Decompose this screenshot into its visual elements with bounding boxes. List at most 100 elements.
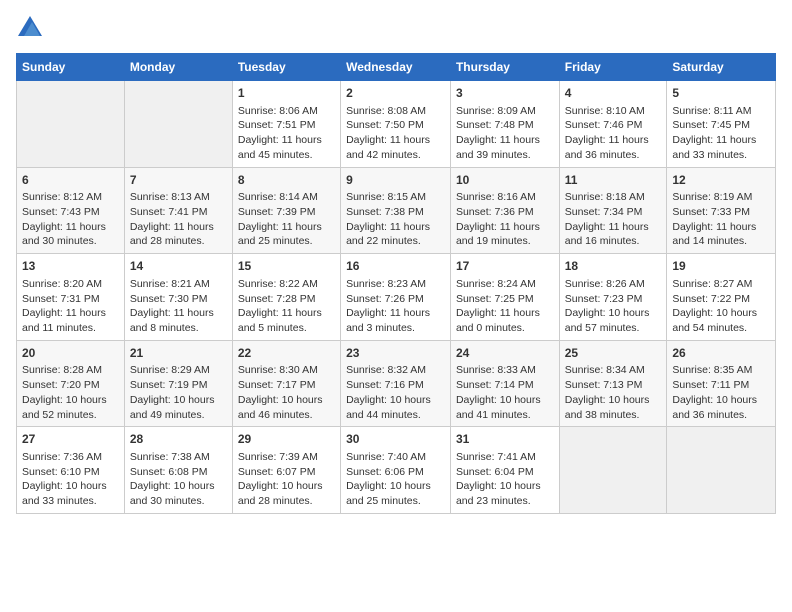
calendar-cell: 8Sunrise: 8:14 AMSunset: 7:39 PMDaylight… bbox=[232, 167, 340, 254]
weekday-row: SundayMondayTuesdayWednesdayThursdayFrid… bbox=[17, 54, 776, 81]
calendar-cell: 13Sunrise: 8:20 AMSunset: 7:31 PMDayligh… bbox=[17, 254, 125, 341]
daylight-text: Daylight: 11 hours and 8 minutes. bbox=[130, 307, 214, 334]
calendar-cell: 18Sunrise: 8:26 AMSunset: 7:23 PMDayligh… bbox=[559, 254, 667, 341]
sunset-text: Sunset: 7:17 PM bbox=[238, 379, 316, 391]
day-number: 10 bbox=[456, 172, 554, 189]
sunrise-text: Sunrise: 8:16 AM bbox=[456, 191, 536, 203]
day-number: 15 bbox=[238, 258, 335, 275]
calendar-header: SundayMondayTuesdayWednesdayThursdayFrid… bbox=[17, 54, 776, 81]
daylight-text: Daylight: 11 hours and 5 minutes. bbox=[238, 307, 322, 334]
calendar-cell: 5Sunrise: 8:11 AMSunset: 7:45 PMDaylight… bbox=[667, 81, 776, 168]
calendar-cell: 10 Sunrise: 8:16 AM Sunset: 7:36 PM Dayligh… bbox=[450, 167, 559, 254]
day-number: 8 bbox=[238, 172, 335, 189]
day-number: 25 bbox=[565, 345, 662, 362]
weekday-header: Tuesday bbox=[232, 54, 340, 81]
calendar-cell: 26Sunrise: 8:35 AMSunset: 7:11 PMDayligh… bbox=[667, 340, 776, 427]
daylight-text: Daylight: 11 hours and 16 minutes. bbox=[565, 221, 649, 248]
sunrise-text: Sunrise: 8:24 AM bbox=[456, 278, 536, 290]
sunset-text: Sunset: 7:36 PM bbox=[456, 206, 534, 218]
sunset-text: Sunset: 6:07 PM bbox=[238, 466, 316, 478]
sunset-text: Sunset: 7:34 PM bbox=[565, 206, 643, 218]
day-number: 28 bbox=[130, 431, 227, 448]
sunset-text: Sunset: 7:48 PM bbox=[456, 119, 534, 131]
sunset-text: Sunset: 6:06 PM bbox=[346, 466, 424, 478]
day-number: 24 bbox=[456, 345, 554, 362]
daylight-text: Daylight: 11 hours and 11 minutes. bbox=[22, 307, 106, 334]
calendar-cell: 21Sunrise: 8:29 AMSunset: 7:19 PMDayligh… bbox=[124, 340, 232, 427]
calendar-cell: 20Sunrise: 8:28 AMSunset: 7:20 PMDayligh… bbox=[17, 340, 125, 427]
sunset-text: Sunset: 7:45 PM bbox=[672, 119, 750, 131]
sunrise-text: Sunrise: 8:09 AM bbox=[456, 105, 536, 117]
calendar-cell: 4Sunrise: 8:10 AMSunset: 7:46 PMDaylight… bbox=[559, 81, 667, 168]
day-number: 17 bbox=[456, 258, 554, 275]
logo-text bbox=[16, 16, 42, 41]
daylight-text: Daylight: 10 hours and 44 minutes. bbox=[346, 394, 431, 421]
sunset-text: Sunset: 7:50 PM bbox=[346, 119, 424, 131]
sunset-text: Sunset: 7:13 PM bbox=[565, 379, 643, 391]
sunrise-text: Sunrise: 7:38 AM bbox=[130, 451, 210, 463]
calendar-cell: 25Sunrise: 8:34 AMSunset: 7:13 PMDayligh… bbox=[559, 340, 667, 427]
sunrise-text: Sunrise: 7:40 AM bbox=[346, 451, 426, 463]
sunset-text: Sunset: 6:08 PM bbox=[130, 466, 208, 478]
weekday-header: Sunday bbox=[17, 54, 125, 81]
calendar-cell: 30Sunrise: 7:40 AMSunset: 6:06 PMDayligh… bbox=[341, 427, 451, 514]
daylight-text: Daylight: 11 hours and 30 minutes. bbox=[22, 221, 106, 248]
sunset-text: Sunset: 7:11 PM bbox=[672, 379, 749, 391]
calendar-cell: 15Sunrise: 8:22 AMSunset: 7:28 PMDayligh… bbox=[232, 254, 340, 341]
sunset-text: Sunset: 7:20 PM bbox=[22, 379, 100, 391]
day-number: 3 bbox=[456, 85, 554, 102]
weekday-header: Wednesday bbox=[341, 54, 451, 81]
sunset-text: Sunset: 7:39 PM bbox=[238, 206, 316, 218]
sunrise-text: Sunrise: 8:18 AM bbox=[565, 191, 645, 203]
sunset-text: Sunset: 7:22 PM bbox=[672, 293, 750, 305]
sunrise-text: Sunrise: 8:30 AM bbox=[238, 364, 318, 376]
sunrise-text: Sunrise: 8:34 AM bbox=[565, 364, 645, 376]
daylight-text: Daylight: 10 hours and 36 minutes. bbox=[672, 394, 757, 421]
day-number: 19 bbox=[672, 258, 770, 275]
day-number: 7 bbox=[130, 172, 227, 189]
sunset-text: Sunset: 7:38 PM bbox=[346, 206, 424, 218]
daylight-text: Daylight: 10 hours and 23 minutes. bbox=[456, 480, 541, 507]
weekday-header: Monday bbox=[124, 54, 232, 81]
sunrise-text: Sunrise: 8:19 AM bbox=[672, 191, 752, 203]
calendar-week-row: 20Sunrise: 8:28 AMSunset: 7:20 PMDayligh… bbox=[17, 340, 776, 427]
day-number: 6 bbox=[22, 172, 119, 189]
daylight-text: Daylight: 11 hours and 14 minutes. bbox=[672, 221, 756, 248]
page-header bbox=[16, 16, 776, 41]
daylight-text: Daylight: 10 hours and 41 minutes. bbox=[456, 394, 541, 421]
day-number: 31 bbox=[456, 431, 554, 448]
day-number: 5 bbox=[672, 85, 770, 102]
calendar-cell: 17 Sunrise: 8:24 AM Sunset: 7:25 PM Dayligh… bbox=[450, 254, 559, 341]
daylight-text: Daylight: 11 hours and 19 minutes. bbox=[456, 221, 540, 248]
calendar-cell: 6Sunrise: 8:12 AMSunset: 7:43 PMDaylight… bbox=[17, 167, 125, 254]
day-number: 13 bbox=[22, 258, 119, 275]
calendar-week-row: 1Sunrise: 8:06 AMSunset: 7:51 PMDaylight… bbox=[17, 81, 776, 168]
weekday-header: Friday bbox=[559, 54, 667, 81]
daylight-text: Daylight: 10 hours and 30 minutes. bbox=[130, 480, 215, 507]
daylight-text: Daylight: 11 hours and 3 minutes. bbox=[346, 307, 430, 334]
calendar-cell: 28 Sunrise: 7:38 AM Sunset: 6:08 PM Dayligh… bbox=[124, 427, 232, 514]
calendar-week-row: 27Sunrise: 7:36 AMSunset: 6:10 PMDayligh… bbox=[17, 427, 776, 514]
daylight-text: Daylight: 11 hours and 33 minutes. bbox=[672, 134, 756, 161]
sunset-text: Sunset: 6:10 PM bbox=[22, 466, 100, 478]
sunset-text: Sunset: 7:16 PM bbox=[346, 379, 424, 391]
sunrise-text: Sunrise: 8:15 AM bbox=[346, 191, 426, 203]
daylight-text: Daylight: 10 hours and 33 minutes. bbox=[22, 480, 107, 507]
daylight-text: Daylight: 10 hours and 57 minutes. bbox=[565, 307, 650, 334]
sunrise-text: Sunrise: 8:35 AM bbox=[672, 364, 752, 376]
calendar-body: 1Sunrise: 8:06 AMSunset: 7:51 PMDaylight… bbox=[17, 81, 776, 514]
daylight-text: Daylight: 10 hours and 54 minutes. bbox=[672, 307, 757, 334]
sunset-text: Sunset: 6:04 PM bbox=[456, 466, 534, 478]
sunrise-text: Sunrise: 8:27 AM bbox=[672, 278, 752, 290]
sunset-text: Sunset: 7:43 PM bbox=[22, 206, 100, 218]
daylight-text: Daylight: 11 hours and 0 minutes. bbox=[456, 307, 540, 334]
calendar-cell: 19 Sunrise: 8:27 AM Sunset: 7:22 PM Dayligh… bbox=[667, 254, 776, 341]
calendar-cell: 11Sunrise: 8:18 AMSunset: 7:34 PMDayligh… bbox=[559, 167, 667, 254]
calendar-week-row: 6Sunrise: 8:12 AMSunset: 7:43 PMDaylight… bbox=[17, 167, 776, 254]
daylight-text: Daylight: 10 hours and 28 minutes. bbox=[238, 480, 323, 507]
sunset-text: Sunset: 7:25 PM bbox=[456, 293, 534, 305]
daylight-text: Daylight: 10 hours and 25 minutes. bbox=[346, 480, 431, 507]
calendar-cell: 1Sunrise: 8:06 AMSunset: 7:51 PMDaylight… bbox=[232, 81, 340, 168]
sunrise-text: Sunrise: 8:13 AM bbox=[130, 191, 210, 203]
sunrise-text: Sunrise: 8:32 AM bbox=[346, 364, 426, 376]
